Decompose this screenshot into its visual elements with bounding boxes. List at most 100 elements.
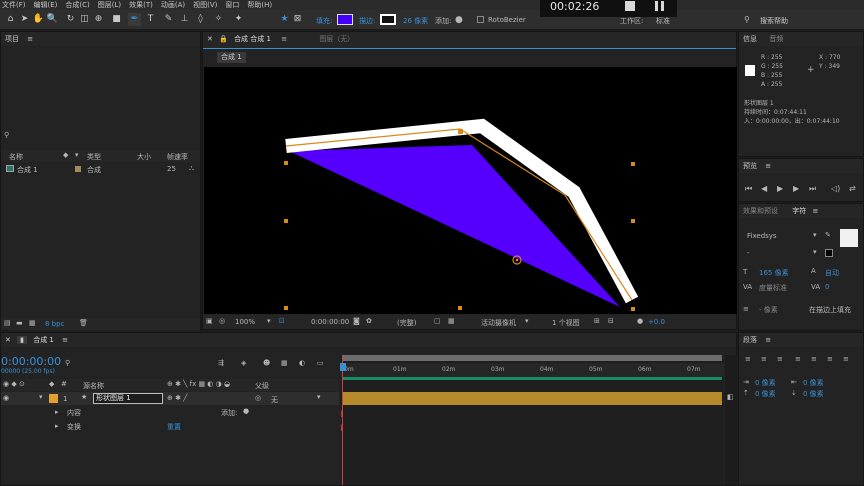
time-ruler[interactable]: 0m 01m 02m 03m 04m 05m 06m 07m	[340, 363, 724, 377]
rotobezier-checkbox[interactable]	[477, 16, 484, 23]
magnification-dropdown[interactable]: 100%	[235, 318, 255, 326]
shape-layer-graphic[interactable]: ✒	[204, 67, 737, 314]
timeline-tab-label[interactable]: 合成 1	[33, 336, 54, 344]
font-family-dropdown[interactable]: Fixedsys	[747, 232, 777, 240]
type-tool-icon[interactable]: T	[144, 13, 157, 26]
pause-icon[interactable]	[655, 1, 658, 11]
bit-depth-value[interactable]: 8 bpc	[45, 320, 64, 328]
toggle-pixel-aspect-icon[interactable]: ⊞	[594, 317, 600, 325]
camera-dropdown-arrow-icon[interactable]: ▾	[525, 317, 529, 325]
parent-pickwhip-icon[interactable]: ◎	[255, 394, 261, 402]
add-arrow-icon[interactable]: ●	[455, 15, 463, 25]
switches-icons[interactable]: ⊕ ✱ ╲ fx ▦ ◐ ◑ ◒	[167, 380, 230, 388]
show-channel-icon[interactable]: ✿	[366, 317, 372, 325]
snapshot-icon[interactable]: ◙	[353, 317, 360, 325]
font-dropdown-arrow-icon[interactable]: ▾	[813, 231, 817, 239]
leading-value[interactable]: 自动	[825, 268, 839, 278]
menu-file[interactable]: 文件(F)	[2, 0, 26, 10]
bbox-handle[interactable]	[284, 161, 288, 165]
motion-blur-icon[interactable]: ◐	[299, 359, 305, 367]
label-column-icon[interactable]: ◆	[49, 380, 54, 388]
bbox-handle[interactable]	[631, 219, 635, 223]
tracking-value[interactable]: 0	[825, 283, 829, 291]
fast-previews-icon[interactable]: ⊟	[608, 317, 614, 325]
text-fill-color-swatch[interactable]	[840, 229, 858, 247]
pen-tool-icon[interactable]: ✒	[128, 13, 141, 26]
playhead-handle[interactable]	[340, 363, 346, 371]
align-center-icon[interactable]: ≡	[761, 355, 767, 363]
pan-behind-tool-icon[interactable]: ⊕	[92, 13, 105, 26]
layer-number-icon[interactable]: #	[61, 380, 67, 388]
mask-visibility-icon[interactable]: ◎	[219, 317, 225, 325]
preview-tab[interactable]: 预览 ≡	[739, 159, 863, 173]
always-preview-icon[interactable]: ▣	[206, 317, 213, 325]
col-name[interactable]: 名称	[9, 152, 23, 162]
workspace-value[interactable]: 标准	[656, 16, 670, 26]
col-type[interactable]: 类型	[87, 152, 101, 162]
purple-fill-shape[interactable]	[289, 145, 620, 307]
add-property-icon[interactable]: ●	[243, 407, 249, 415]
draft-3d-icon[interactable]: ◈	[241, 359, 246, 367]
layer-label-color[interactable]	[49, 394, 58, 403]
stroke-width-value[interactable]: 26 像素	[403, 16, 428, 26]
eraser-tool-icon[interactable]: ◊	[194, 13, 207, 26]
flowchart-icon[interactable]: ⛬	[189, 164, 194, 173]
bbox-handle[interactable]	[631, 162, 635, 166]
bbox-handle[interactable]	[458, 306, 462, 310]
expand-layer-icon[interactable]: ▾	[39, 393, 43, 401]
audio-tab[interactable]: 音频	[769, 35, 783, 43]
roi-icon[interactable]: ▢	[434, 317, 441, 325]
rotate-tool-icon[interactable]: ↻	[64, 13, 77, 26]
time-graph-area[interactable]: 0m 01m 02m 03m 04m 05m 06m 07m I I	[340, 355, 724, 485]
label-tag-icon[interactable]: ◆	[63, 151, 68, 159]
clone-stamp-tool-icon[interactable]: ⊥	[178, 13, 191, 26]
play-icon[interactable]: ▶	[777, 184, 783, 193]
menu-window[interactable]: 窗口	[225, 0, 239, 10]
close-tab-icon[interactable]: ✕	[207, 35, 213, 43]
hand-tool-icon[interactable]: ✋	[32, 13, 45, 26]
exposure-value[interactable]: +0.0	[648, 318, 665, 326]
align-left-icon[interactable]: ≡	[745, 355, 751, 363]
lock-icon[interactable]: 🔒	[219, 35, 228, 43]
style-dropdown-arrow-icon[interactable]: ▾	[813, 248, 817, 256]
camera-dropdown[interactable]: 活动摄像机	[481, 318, 516, 328]
frame-blending-icon[interactable]: ▦	[281, 359, 288, 367]
shy-layers-icon[interactable]: ☻	[263, 359, 270, 367]
col-size[interactable]: 大小	[137, 152, 151, 162]
character-tab[interactable]: 字符	[792, 207, 806, 215]
visibility-eye-icon[interactable]: ◉	[3, 394, 9, 402]
label-color-swatch[interactable]	[75, 166, 81, 172]
project-item-row[interactable]: 合成 1 合成 25 ⛬	[1, 163, 200, 175]
graph-editor-icon[interactable]: ▭	[317, 359, 324, 367]
justify-center-icon[interactable]: ≡	[811, 355, 817, 363]
layer-duration-bar[interactable]	[342, 392, 722, 405]
reset-exposure-icon[interactable]: ●	[637, 317, 643, 325]
expand-transform-icon[interactable]: ▸	[55, 422, 59, 430]
menu-effect[interactable]: 效果(T)	[129, 0, 153, 10]
comp-flowchart-icon[interactable]: ⇶	[218, 359, 224, 367]
timeline-close-icon[interactable]: ✕	[5, 336, 11, 344]
menu-animation[interactable]: 动画(A)	[161, 0, 185, 10]
current-time-indicator[interactable]	[342, 355, 343, 485]
col-parent[interactable]: 父级	[255, 381, 269, 391]
reset-transform-link[interactable]: 重置	[167, 422, 181, 432]
menu-composition[interactable]: 合成(C)	[65, 0, 89, 10]
menu-edit[interactable]: 编辑(E)	[34, 0, 58, 10]
align-right-icon[interactable]: ≡	[777, 355, 783, 363]
resolution-dropdown[interactable]: (完整)	[397, 318, 416, 328]
trash-icon[interactable]: 🗑	[79, 319, 88, 327]
menu-help[interactable]: 帮助(H)	[247, 0, 272, 10]
rectangle-tool-icon[interactable]: ■	[110, 13, 123, 26]
next-frame-icon[interactable]: ▶	[793, 184, 799, 193]
stroke-mode-dropdown[interactable]: 在描边上填充	[809, 305, 851, 315]
new-composition-icon[interactable]: ▦	[29, 319, 36, 327]
project-search-icon[interactable]: ⚲	[4, 131, 9, 139]
layer-tab-label[interactable]: 图层（无）	[319, 35, 354, 43]
timeline-timecode[interactable]: 0:00:00:00	[1, 355, 61, 368]
font-style-dropdown[interactable]: -	[747, 249, 750, 257]
justify-right-icon[interactable]: ≡	[827, 355, 833, 363]
paragraph-tab[interactable]: 段落 ≡	[739, 333, 863, 347]
brush-tool-icon[interactable]: ✎	[162, 13, 175, 26]
justify-all-icon[interactable]: ≡	[843, 355, 849, 363]
roto-brush-tool-icon[interactable]: ✧	[212, 13, 225, 26]
